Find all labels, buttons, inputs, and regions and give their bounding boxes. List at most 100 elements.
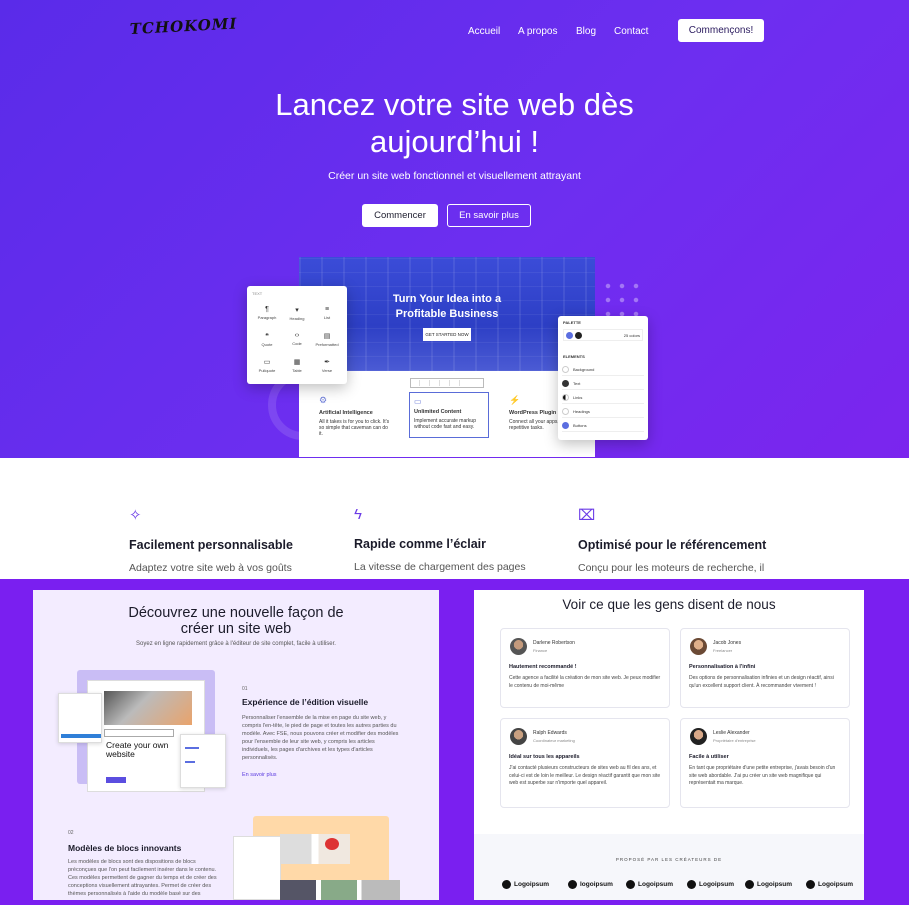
- testimonial-role: Propriétaire d'entreprise: [713, 738, 756, 743]
- decorative-dots: [601, 279, 641, 319]
- feature-title: Expérience de l’édition visuelle: [242, 697, 369, 707]
- pen-icon: ✒: [324, 359, 330, 366]
- pattern-thumbnails: [280, 880, 400, 900]
- cpu-icon: ⚙: [319, 395, 328, 405]
- feature-text: La vitesse de chargement des pages: [354, 561, 526, 573]
- toolbar-cell: [452, 380, 460, 386]
- partners-band: [474, 834, 864, 900]
- list-icon: ≡: [324, 306, 330, 313]
- partner-logo: Logoipsum: [745, 880, 792, 889]
- block-heading: ▾ Heading: [282, 306, 312, 332]
- avatar: [690, 638, 707, 655]
- partner-logo: Logoipsum: [687, 880, 734, 889]
- feature-item: ϟ Rapide comme l’éclair La vitesse de ch…: [354, 506, 526, 573]
- toolbar-cell: [432, 380, 440, 386]
- preformatted-icon: ▤: [323, 333, 331, 340]
- site-logo[interactable]: TCHOKOMI: [129, 14, 237, 46]
- testimonial-text: Des options de personnalisation infinies…: [689, 675, 834, 689]
- avatar: [510, 638, 527, 655]
- palette-count: 25 colors: [623, 332, 640, 338]
- partner-logo: Logoipsum: [806, 880, 853, 889]
- feature-text: Personnaliser l'ensemble de la mise en p…: [242, 715, 399, 761]
- partner-logo: Logoipsum: [626, 880, 673, 889]
- swatch-icon: [562, 366, 569, 373]
- testimonial-title: Personnalisation à l'infini: [689, 664, 756, 670]
- element-label: Buttons: [573, 423, 587, 428]
- feature-title: Modèles de blocs innovants: [68, 843, 182, 853]
- feature-item: ⌧ Optimisé pour le référencement Conçu p…: [578, 506, 766, 574]
- palette-row: 25 colors: [563, 329, 643, 341]
- testimonial-card: Jacob Jones Freelancer Personnalisation …: [680, 628, 850, 708]
- feature-number: 01: [242, 686, 248, 692]
- quote-icon: ❝: [265, 333, 269, 340]
- lightning-icon: ϟ: [354, 506, 362, 523]
- block-label: Paragraph: [257, 315, 277, 320]
- features-section: ✧ Facilement personnalisable Adaptez vot…: [0, 458, 909, 579]
- learn-more-button[interactable]: En savoir plus: [447, 204, 531, 227]
- blocks-panel-label: TEXT: [252, 291, 263, 296]
- element-row: Headings: [562, 406, 644, 418]
- code-icon: ‹›: [294, 332, 300, 339]
- logo-mark-icon: [806, 880, 815, 889]
- tomato-image: [325, 838, 339, 850]
- testimonial-name: Darlene Robertson: [533, 640, 575, 646]
- sparkles-icon: ✧: [129, 507, 142, 524]
- camera-image: [280, 834, 350, 864]
- testimonials-title: Voir ce que les gens disent de nous: [562, 597, 776, 612]
- header-cta-button[interactable]: Commençons!: [678, 19, 764, 42]
- discover-title-line2: créer un site web: [180, 621, 292, 637]
- logo-mark-icon: [502, 880, 511, 889]
- element-row: Background: [562, 364, 644, 376]
- learn-more-link[interactable]: En savoir plus: [242, 772, 277, 778]
- logo-text: Logoipsum: [638, 881, 674, 888]
- mockup-feature-text: All it takes is for you to click. It's s…: [319, 419, 390, 437]
- element-row: Links: [562, 392, 644, 404]
- logo-text: Logoipsum: [699, 881, 735, 888]
- avatar: [690, 728, 707, 745]
- discover-title-line1: Découvrez une nouvelle façon de: [128, 605, 344, 621]
- block-label: Verse: [321, 368, 333, 373]
- slider-track: [185, 761, 195, 763]
- swatch-icon: [562, 380, 569, 387]
- logo-text: logoipsum: [580, 881, 613, 888]
- logo-mark-icon: [626, 880, 635, 889]
- element-label: Text: [573, 381, 581, 386]
- nav-contact[interactable]: Contact: [614, 26, 648, 37]
- start-button[interactable]: Commencer: [362, 204, 438, 227]
- partner-logo: Logoipsum: [502, 880, 549, 889]
- block-code: ‹› Code: [282, 332, 312, 358]
- testimonial-name: Jacob Jones: [713, 640, 742, 646]
- testimonial-name: Leslie Alexander: [713, 730, 750, 736]
- nav-blog[interactable]: Blog: [576, 26, 596, 37]
- list-view-panel: [58, 693, 102, 743]
- editor-heading: Create your own website: [106, 740, 169, 759]
- block-toolbar: [410, 378, 484, 388]
- nav-a-propos[interactable]: A propos: [518, 26, 557, 37]
- block-label: Pullquote: [258, 368, 276, 373]
- mockup-feature-title: Unlimited Content: [414, 409, 462, 415]
- blocks-inserter-panel: TEXT ¶ Paragraph ▾ Heading ≡ List ❝ Quote ‹›…: [247, 286, 347, 384]
- partners-label: PROPOSÉ PAR LES CRÉATEURS DE: [615, 857, 723, 862]
- element-row: Text: [562, 378, 644, 390]
- paragraph-icon: ¶: [265, 306, 269, 313]
- swatch-icon: [562, 408, 569, 415]
- block-quote: ❝ Quote: [252, 332, 282, 358]
- block-label: Heading: [289, 316, 305, 321]
- feature-title: Rapide comme l’éclair: [354, 537, 487, 551]
- testimonial-text: En tant que propriétaire d'une petite en…: [689, 765, 836, 786]
- laptop-image: [104, 691, 192, 725]
- feature-title: Optimisé pour le référencement: [578, 538, 767, 552]
- patterns-sidebar: [233, 836, 281, 900]
- nav-accueil[interactable]: Accueil: [468, 26, 500, 37]
- mockup-feature-2: ▭ Unlimited Content Implement accurate m…: [409, 392, 489, 438]
- swatch-icon: [562, 394, 569, 401]
- mockup-title-line1: Turn Your Idea into a: [392, 293, 502, 305]
- swatch-icon: [562, 422, 569, 429]
- mockup-title-line2: Profitable Business: [395, 308, 499, 320]
- logo-mark-icon: [568, 880, 577, 889]
- block-verse: ✒ Verse: [312, 358, 342, 384]
- logo-text: Logoipsum: [757, 881, 793, 888]
- feature-number: 02: [68, 830, 74, 836]
- block-label: Table: [292, 368, 302, 373]
- logo-text: Logoipsum: [818, 881, 854, 888]
